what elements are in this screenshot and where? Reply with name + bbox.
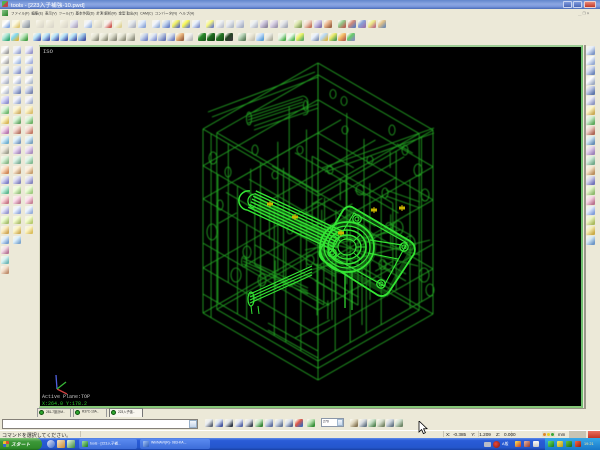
svg-text:ISO: ISO (43, 48, 54, 55)
svg-text:Active Plane:TOP: Active Plane:TOP (42, 394, 90, 400)
